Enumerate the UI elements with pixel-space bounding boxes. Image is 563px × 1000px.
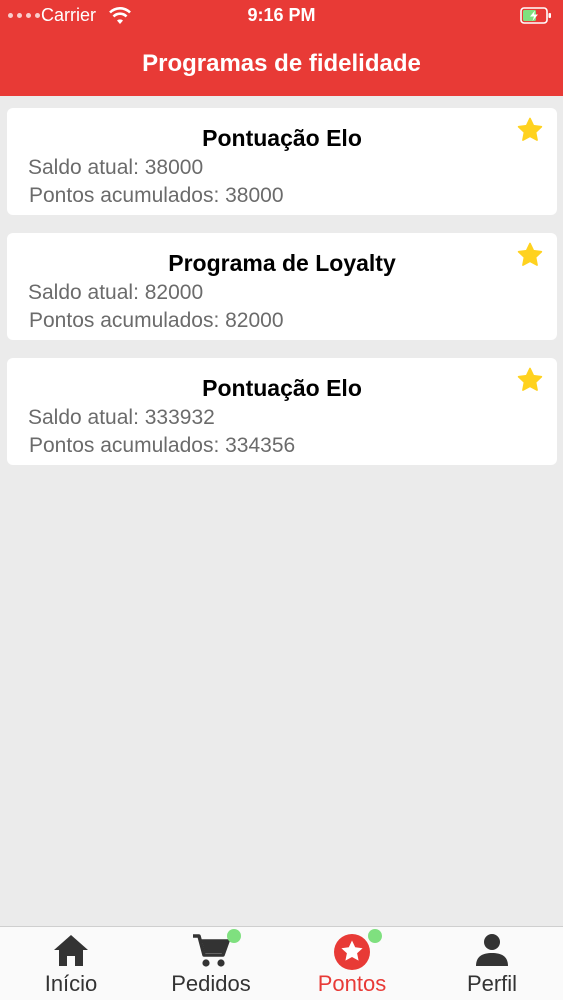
- cart-icon: [191, 933, 231, 974]
- tab-pedidos[interactable]: Pedidos: [141, 927, 281, 1000]
- loyalty-card[interactable]: Pontuação Elo Saldo atual: 38000 Pontos …: [7, 108, 557, 215]
- app-header: Carrier 9:16 PM Programas de fidelidade: [0, 0, 563, 96]
- tab-label: Pedidos: [171, 971, 251, 996]
- home-icon: [52, 933, 90, 972]
- person-icon: [475, 933, 509, 972]
- card-balance: Saldo atual: 82000: [28, 281, 204, 304]
- loyalty-card[interactable]: Pontuação Elo Saldo atual: 333932 Pontos…: [7, 358, 557, 465]
- card-title: Pontuação Elo: [202, 125, 362, 151]
- loyalty-programs-list: Pontuação Elo Saldo atual: 38000 Pontos …: [7, 108, 557, 483]
- favorite-star-icon[interactable]: [516, 241, 544, 274]
- tab-inicio[interactable]: Início: [1, 927, 141, 1000]
- status-time: 9:16 PM: [247, 5, 316, 25]
- star-circle-icon: [333, 933, 371, 976]
- card-balance: Saldo atual: 333932: [28, 406, 215, 429]
- tab-label: Início: [44, 971, 98, 996]
- card-balance: Saldo atual: 38000: [28, 156, 204, 179]
- card-title: Programa de Loyalty: [168, 250, 396, 276]
- page-title: Programas de fidelidade: [142, 50, 421, 77]
- tab-label: Perfil: [466, 971, 518, 996]
- notification-badge: [227, 929, 241, 943]
- favorite-star-icon[interactable]: [516, 116, 544, 149]
- tab-pontos[interactable]: Pontos: [282, 927, 422, 1000]
- card-title: Pontuação Elo: [202, 375, 362, 401]
- tab-perfil[interactable]: Perfil: [422, 927, 562, 1000]
- status-bar: Carrier 9:16 PM: [0, 0, 563, 32]
- favorite-star-icon[interactable]: [516, 366, 544, 399]
- tab-bar: Início Pedidos Pontos Perfil: [0, 926, 563, 1000]
- card-accumulated: Pontos acumulados: 334356: [29, 434, 296, 457]
- battery-icon: [520, 7, 552, 30]
- loyalty-card[interactable]: Programa de Loyalty Saldo atual: 82000 P…: [7, 233, 557, 340]
- tab-label: Pontos: [317, 971, 387, 996]
- card-accumulated: Pontos acumulados: 82000: [29, 309, 284, 332]
- notification-badge: [368, 929, 382, 943]
- card-accumulated: Pontos acumulados: 38000: [29, 184, 284, 207]
